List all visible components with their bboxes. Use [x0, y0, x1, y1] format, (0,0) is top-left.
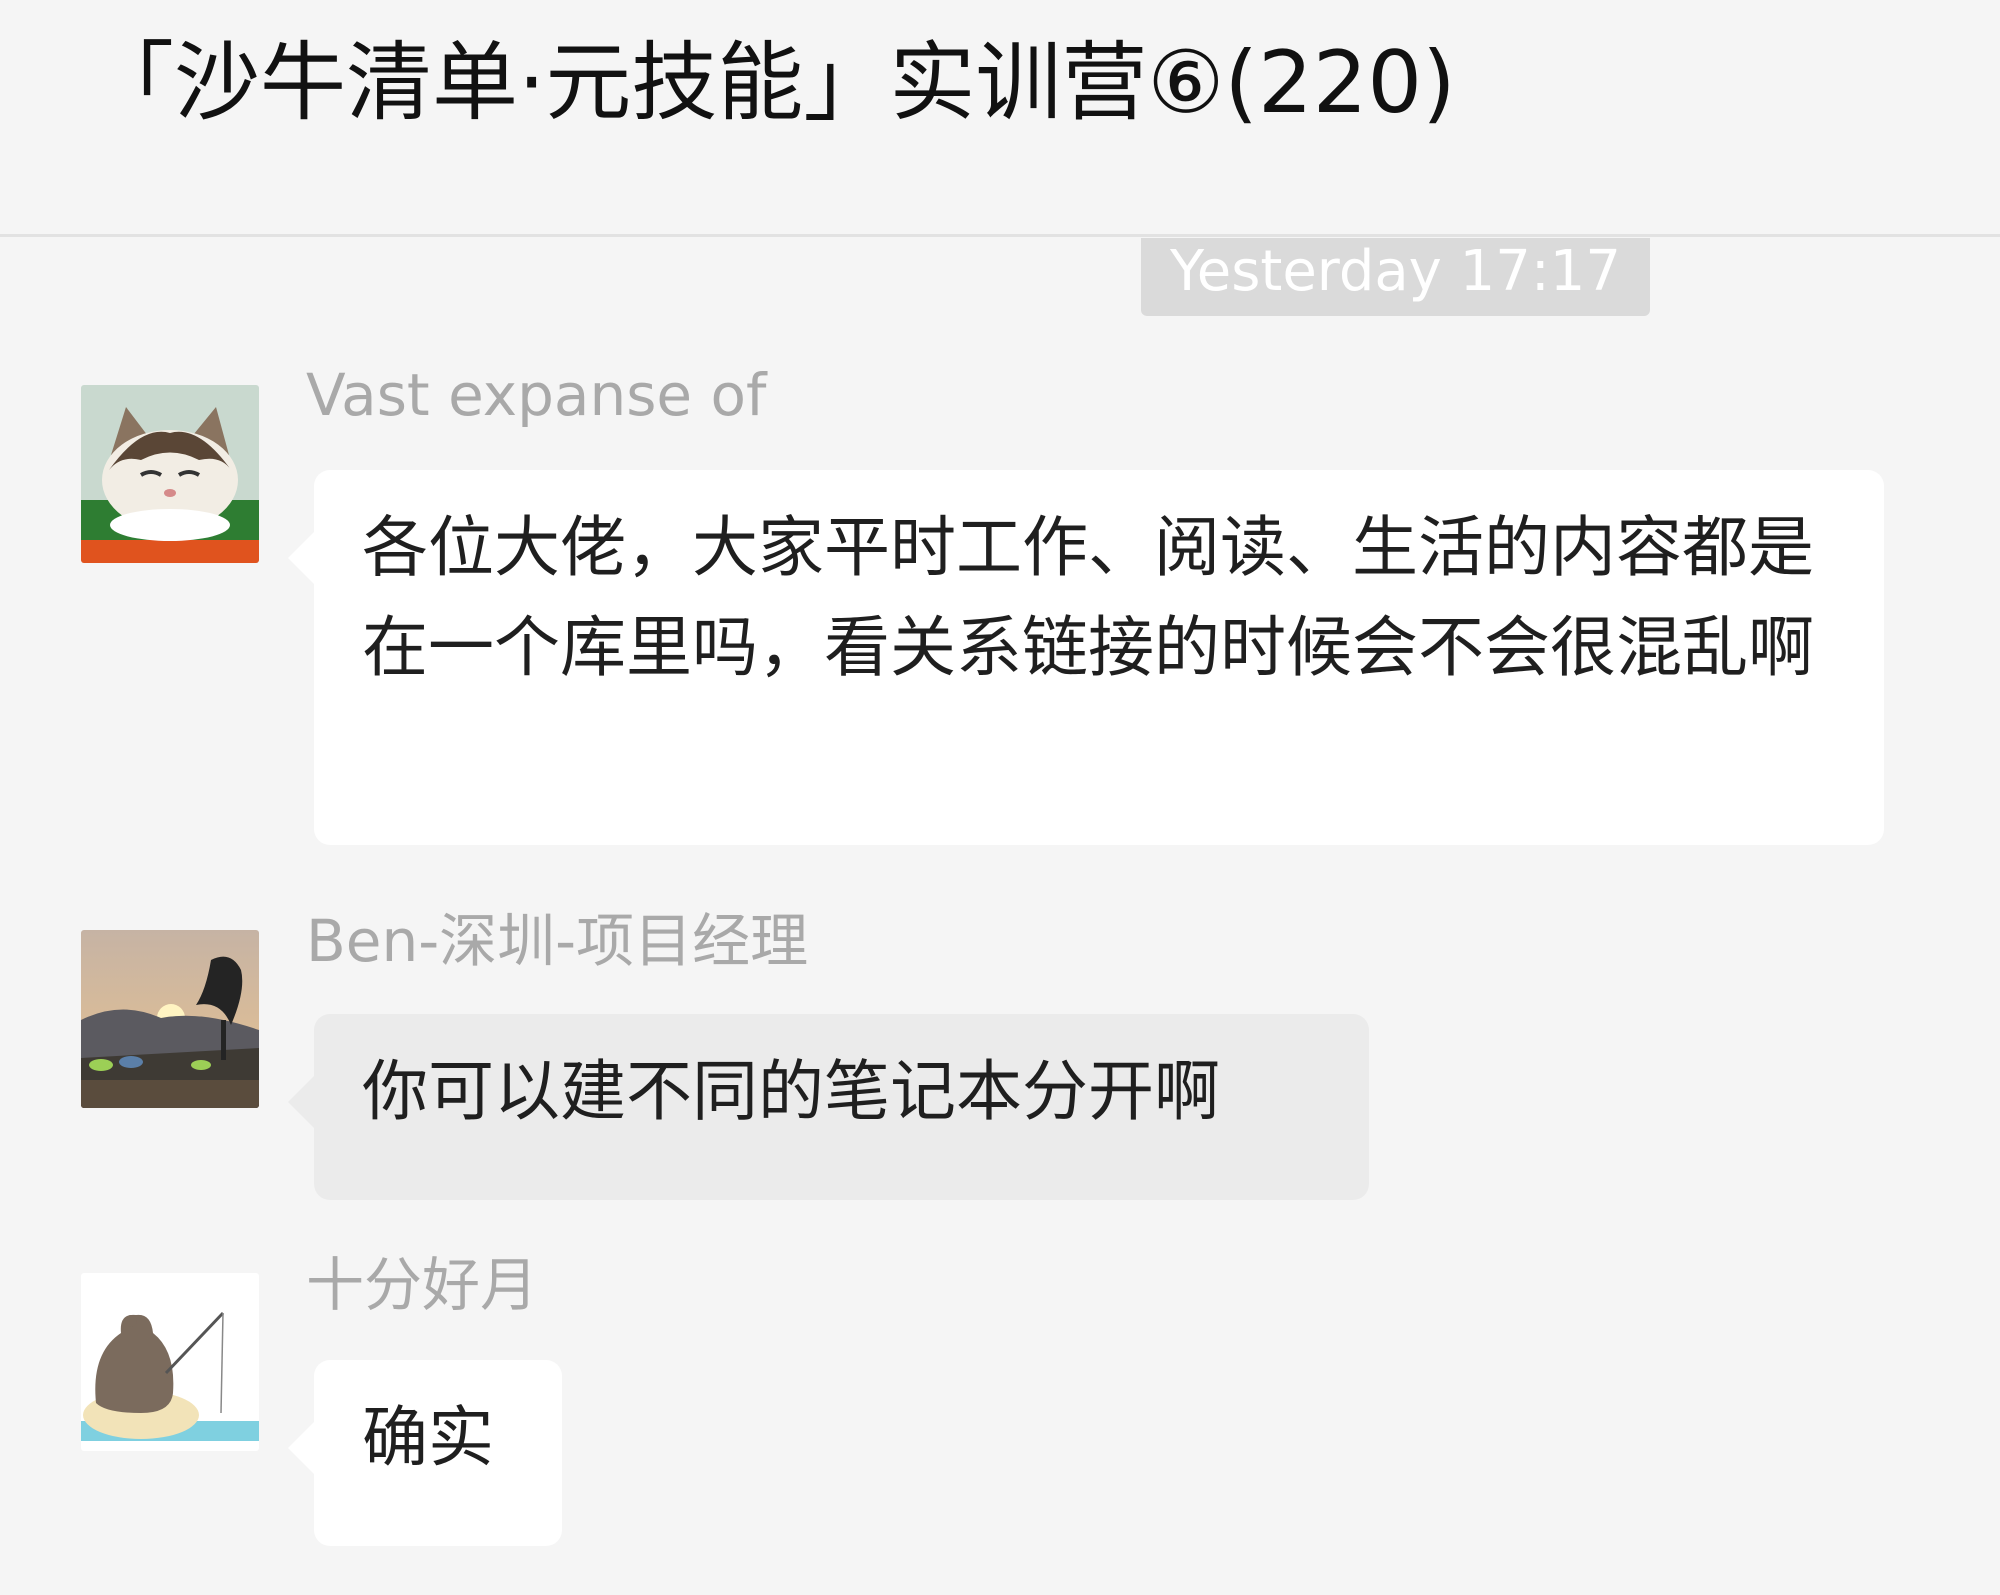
chat-header: 「沙牛清单·元技能」实训营⑥(220)	[0, 0, 2000, 237]
sender-name: 十分好月	[306, 1251, 539, 1319]
sender-name: Vast expanse of	[306, 361, 767, 429]
message-timestamp: Yesterday 17:17	[1141, 238, 1650, 316]
message-bubble[interactable]: 各位大佬，大家平时工作、阅读、生活的内容都是在一个库里吗，看关系链接的时候会不会…	[288, 470, 1884, 845]
sunset-avatar-icon[interactable]	[81, 930, 259, 1108]
message-bubble[interactable]: 确实	[288, 1360, 562, 1546]
message-bubble[interactable]: 你可以建不同的笔记本分开啊	[288, 1014, 1369, 1200]
fishing-bear-avatar-icon[interactable]	[81, 1273, 259, 1451]
sender-name: Ben-深圳-项目经理	[306, 907, 809, 975]
chat-title[interactable]: 「沙牛清单·元技能」实训营⑥(220)	[88, 18, 1456, 148]
cat-avatar-icon[interactable]	[81, 385, 259, 563]
